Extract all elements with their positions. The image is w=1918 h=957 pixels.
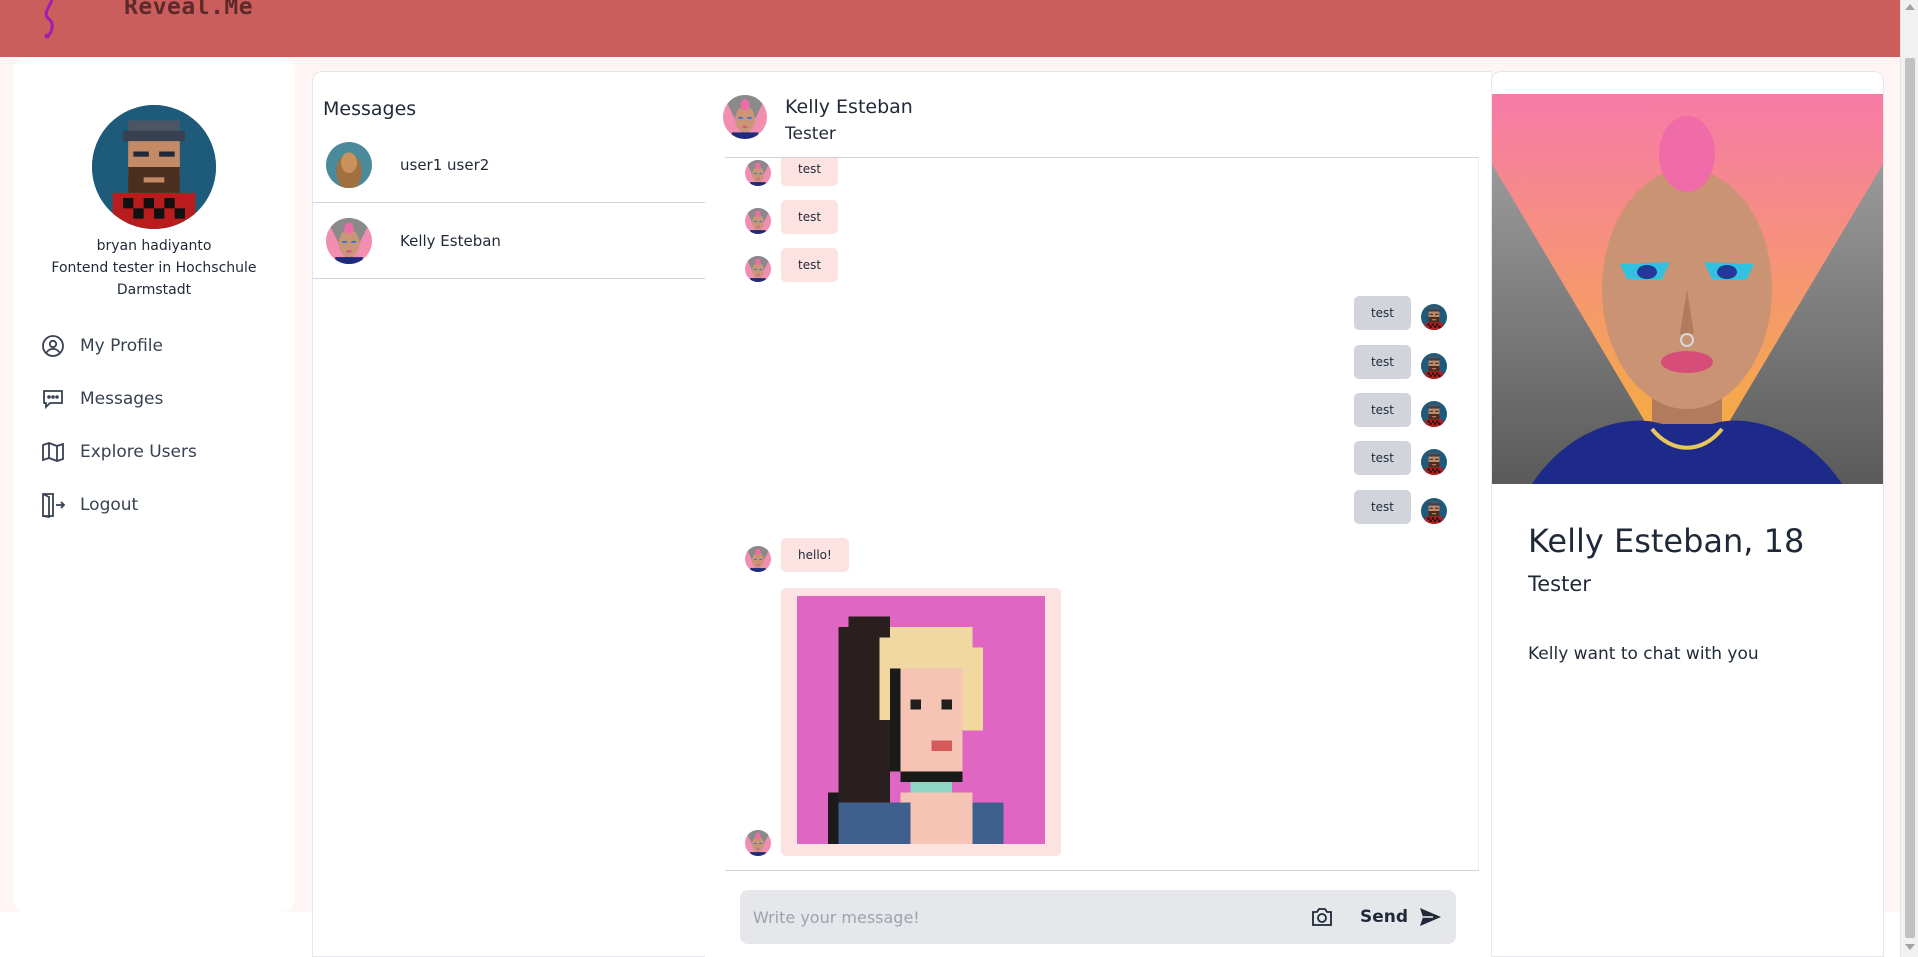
avatar [326, 218, 372, 264]
message-incoming: hello! [745, 538, 849, 572]
message-composer: Send [740, 890, 1456, 944]
profile-card: Kelly Esteban, 18 Tester Kelly want to c… [1491, 71, 1884, 957]
sidebar: bryan hadiyanto Fontend tester in Hochsc… [13, 57, 295, 912]
avatar[interactable] [92, 105, 216, 229]
sidebar-nav: My Profile Messages Explore Users Logout [40, 319, 197, 531]
logout-door-icon [40, 492, 66, 518]
message-bubble: test [1353, 490, 1411, 524]
sidebar-item-messages[interactable]: Messages [40, 372, 197, 425]
paper-plane-icon [1420, 908, 1442, 926]
message-bubble: test [1353, 345, 1411, 379]
sidebar-item-label: Explore Users [80, 441, 197, 462]
message-outgoing: test [1353, 393, 1447, 427]
conversation-list-title: Messages [323, 98, 417, 120]
sidebar-item-logout[interactable]: Logout [40, 478, 197, 531]
message-outgoing: test [1353, 441, 1447, 475]
profile-bio: Fontend tester in Hochschule Darmstadt [51, 260, 257, 298]
scrollbar-thumb[interactable] [1905, 58, 1915, 938]
avatar [1421, 353, 1447, 379]
chat-panel: Kelly Esteban Tester test test test test… [705, 71, 1491, 957]
avatar [1421, 449, 1447, 475]
conversation-name: Kelly Esteban [400, 231, 501, 250]
profile-photo[interactable] [1492, 94, 1883, 484]
avatar [1421, 401, 1447, 427]
avatar [745, 160, 771, 186]
send-button-label: Send [1360, 907, 1409, 927]
conversation-name: user1 user2 [400, 155, 490, 174]
logo-icon [44, 0, 54, 39]
sidebar-item-my-profile[interactable]: My Profile [40, 319, 197, 372]
message-outgoing: test [1353, 296, 1447, 330]
message-bubble: test [1353, 441, 1411, 475]
message-bubble: test [781, 248, 839, 282]
chat-bubble-icon [40, 386, 66, 412]
user-circle-icon [40, 333, 66, 359]
avatar [745, 256, 771, 282]
scroll-up-arrow-icon[interactable] [1905, 4, 1915, 10]
conversation-item[interactable]: user1 user2 [313, 127, 706, 203]
avatar [1421, 498, 1447, 524]
conversation-list: Messages user1 user2 Kelly Esteban [312, 71, 706, 957]
message-incoming-image [745, 588, 1061, 856]
camera-icon[interactable] [1308, 903, 1336, 931]
conversation-item[interactable]: Kelly Esteban [313, 203, 706, 279]
sidebar-item-label: Logout [80, 494, 139, 515]
chat-contact-name: Kelly Esteban [785, 96, 913, 118]
sidebar-item-label: My Profile [80, 335, 163, 356]
avatar [745, 546, 771, 572]
message-bubble: hello! [781, 538, 849, 572]
message-image-bubble[interactable] [781, 588, 1061, 856]
pixel-art-portrait-image [797, 596, 1045, 844]
message-outgoing: test [1353, 345, 1447, 379]
avatar [745, 208, 771, 234]
avatar[interactable] [723, 95, 767, 139]
message-thread[interactable]: test test test test test test test test [725, 157, 1479, 871]
map-icon [40, 439, 66, 465]
message-incoming: test [745, 158, 839, 186]
message-thread-scrollbar[interactable] [1478, 158, 1479, 870]
message-bubble: test [781, 200, 839, 234]
message-bubble: test [1353, 296, 1411, 330]
sidebar-item-label: Messages [80, 388, 164, 409]
send-button[interactable]: Send [1360, 901, 1442, 933]
avatar [1421, 304, 1447, 330]
avatar [745, 830, 771, 856]
chat-contact-subtitle: Tester [785, 124, 836, 144]
page-scrollbar[interactable] [1900, 0, 1918, 957]
scroll-down-arrow-icon[interactable] [1905, 944, 1915, 950]
profile-card-role: Tester [1528, 572, 1591, 596]
sidebar-item-explore-users[interactable]: Explore Users [40, 425, 197, 478]
message-incoming: test [745, 200, 839, 234]
profile-card-description: Kelly want to chat with you [1528, 644, 1759, 664]
message-outgoing: test [1353, 490, 1447, 524]
message-bubble: test [1353, 393, 1411, 427]
top-bar: Reveal.Me [0, 0, 1900, 57]
message-input[interactable] [753, 904, 1273, 930]
brand-name[interactable]: Reveal.Me [124, 0, 253, 20]
profile-card-name: Kelly Esteban, 18 [1528, 522, 1805, 560]
profile-name: bryan hadiyanto [96, 238, 212, 254]
message-bubble: test [781, 158, 839, 186]
message-incoming: test [745, 248, 839, 282]
avatar [326, 142, 372, 188]
